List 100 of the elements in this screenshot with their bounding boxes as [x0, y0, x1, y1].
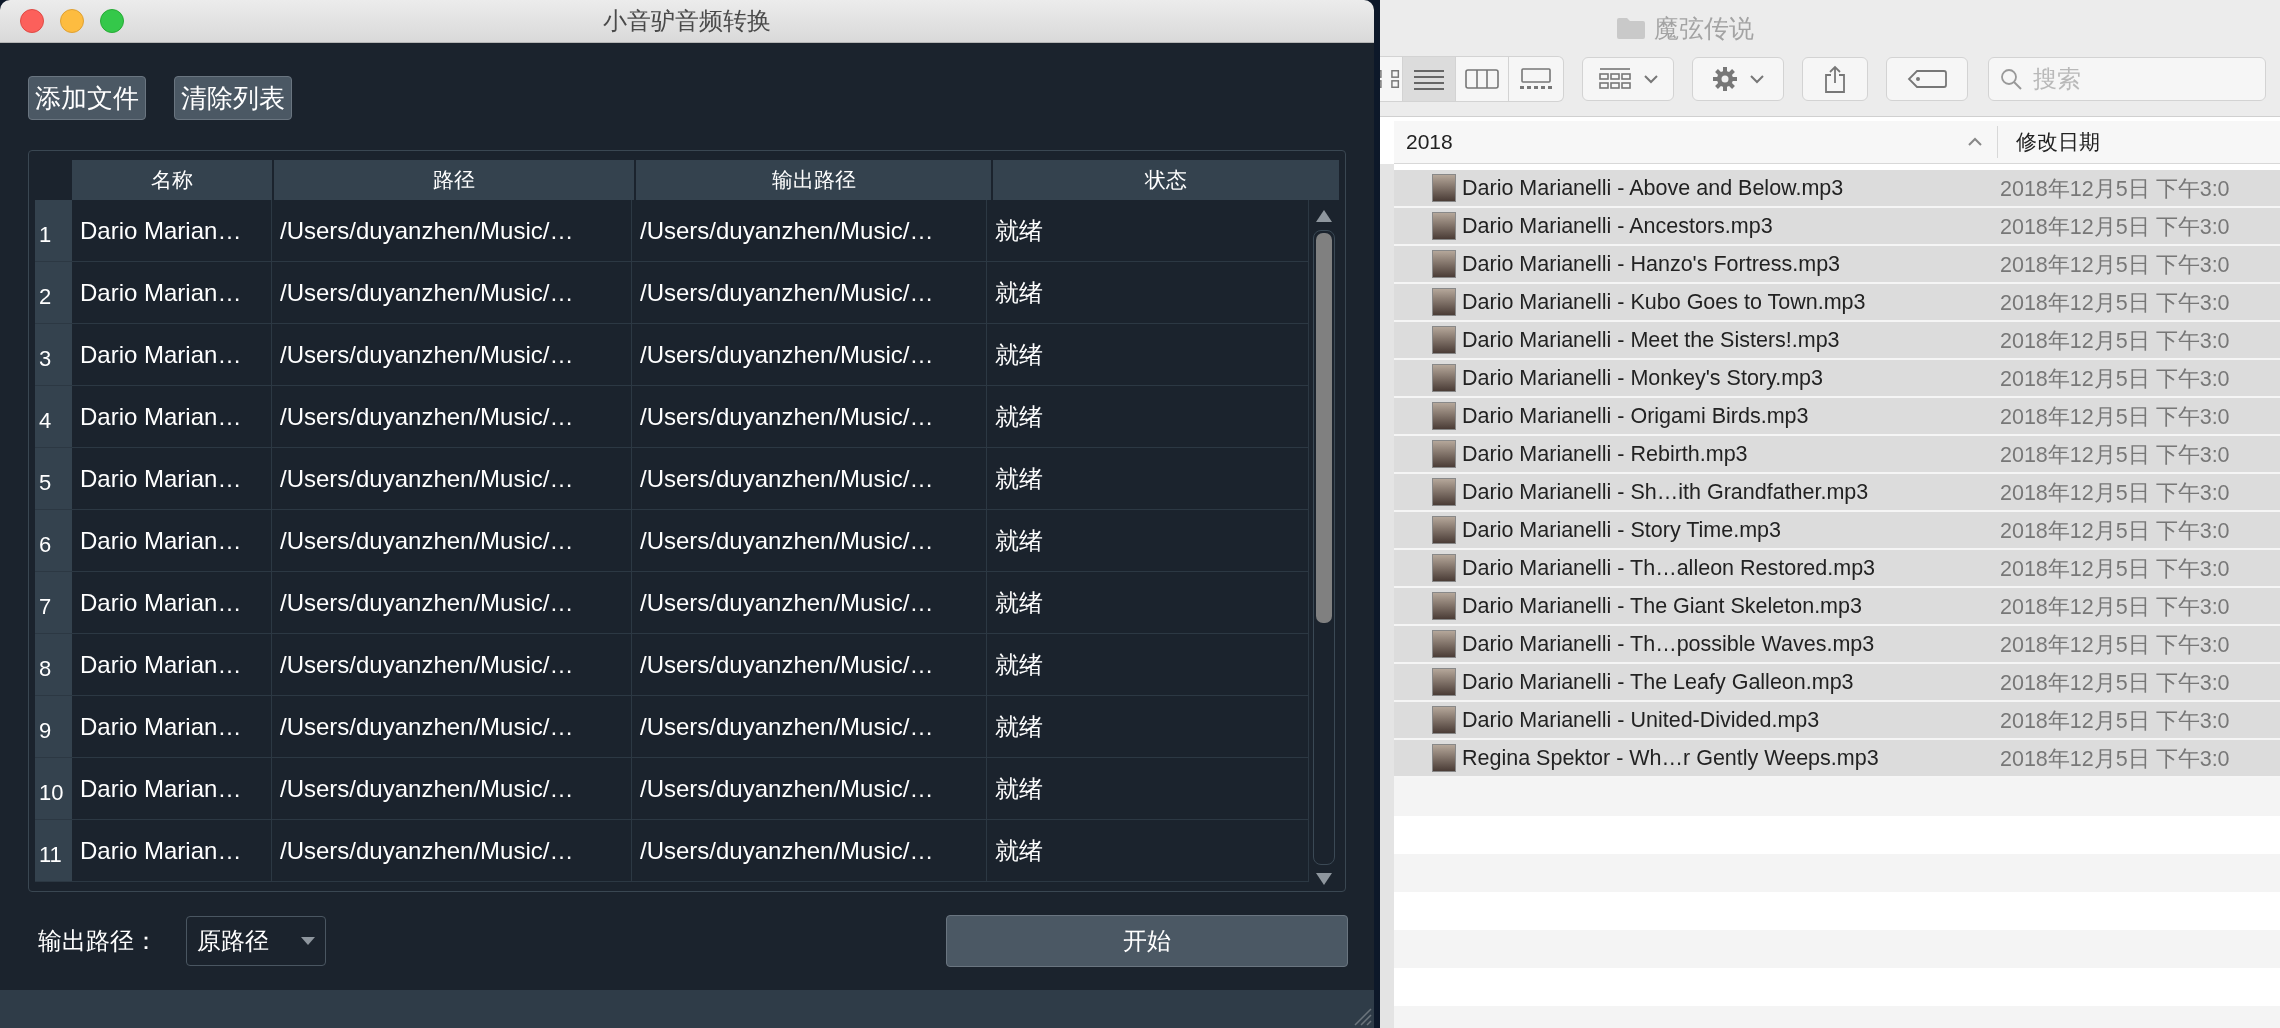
- file-name: Dario Marianelli - Origami Birds.mp3: [1462, 403, 1810, 429]
- start-button[interactable]: 开始: [946, 915, 1348, 967]
- file-row[interactable]: Dario Marianelli - Above and Below.mp3 2018年12月5日 下午3:0: [1394, 170, 2280, 208]
- window-title: 魔弦传说: [1654, 12, 1754, 44]
- share-button[interactable]: [1802, 57, 1868, 101]
- file-row[interactable]: Dario Marianelli - Kubo Goes to Town.mp3 2018年12月5日 下午3:0: [1394, 284, 2280, 322]
- tag-button[interactable]: [1886, 57, 1968, 101]
- modified-date: 2018年12月5日 下午3:0: [2000, 213, 2230, 241]
- file-row[interactable]: Dario Marianelli - Sh…ith Grandfather.mp3 2018年12月5日 下午3:0: [1394, 474, 2280, 512]
- row-number: 5: [35, 448, 72, 509]
- scrollbar[interactable]: [1313, 230, 1335, 865]
- file-name: Regina Spektor - Wh…r Gently Weeps.mp3: [1462, 745, 1880, 771]
- table-cell: /Users/duyanzhen/Music/…: [272, 200, 632, 261]
- scroll-up-icon[interactable]: [1316, 210, 1332, 222]
- modified-date: 2018年12月5日 下午3:0: [2000, 479, 2230, 507]
- table-cell: /Users/duyanzhen/Music/…: [272, 262, 632, 323]
- output-path-dropdown[interactable]: 原路径: [186, 916, 326, 966]
- modified-date: 2018年12月5日 下午3:0: [2000, 289, 2230, 317]
- table-cell: Dario Marian…: [72, 262, 272, 323]
- modified-date: 2018年12月5日 下午3:0: [2000, 365, 2230, 393]
- table-cell: Dario Marian…: [72, 572, 272, 633]
- file-name: Dario Marianelli - Sh…ith Grandfather.mp3: [1462, 479, 1870, 505]
- file-name: Dario Marianelli - Kubo Goes to Town.mp3: [1462, 289, 1867, 315]
- file-row[interactable]: Dario Marianelli - Th…alleon Restored.mp3 2018年12月5日 下午3:0: [1394, 550, 2280, 588]
- table-cell: 就绪: [987, 758, 1309, 819]
- file-row[interactable]: Dario Marianelli - Rebirth.mp3 2018年12月5日 下午3:0: [1394, 436, 2280, 474]
- table-cell: /Users/duyanzhen/Music/…: [272, 634, 632, 695]
- table-cell: Dario Marian…: [72, 386, 272, 447]
- row-number: 6: [35, 510, 72, 571]
- column-header[interactable]: 2018: [1406, 130, 1453, 154]
- album-art-placeholder: [1432, 592, 1456, 620]
- row-number: 9: [35, 696, 72, 757]
- album-art-placeholder: [1432, 288, 1456, 316]
- column-header[interactable]: 状态: [993, 160, 1339, 200]
- file-row[interactable]: Dario Marianelli - Origami Birds.mp3 2018年12月5日 下午3:0: [1394, 398, 2280, 436]
- file-name: Dario Marianelli - The Giant Skeleton.mp3: [1462, 593, 1863, 619]
- toolbar-button[interactable]: 添加文件: [28, 76, 146, 120]
- table-cell: /Users/duyanzhen/Music/…: [272, 572, 632, 633]
- album-art-placeholder: [1432, 706, 1456, 734]
- file-row[interactable]: Dario Marianelli - United-Divided.mp3 2018年12月5日 下午3:0: [1394, 702, 2280, 740]
- zoom-icon[interactable]: [100, 9, 124, 33]
- file-row[interactable]: Dario Marianelli - Th…possible Waves.mp3 2018年12月5日 下午3:0: [1394, 626, 2280, 664]
- group-button[interactable]: [1582, 57, 1674, 101]
- row-number: 4: [35, 386, 72, 447]
- view-mode-button[interactable]: [1403, 57, 1456, 101]
- table-cell: /Users/duyanzhen/Music/…: [632, 262, 987, 323]
- scroll-down-icon[interactable]: [1316, 873, 1332, 885]
- row-number: 8: [35, 634, 72, 695]
- table-cell: Dario Marian…: [72, 696, 272, 757]
- gallery-icon: [1519, 68, 1553, 90]
- file-row[interactable]: Dario Marianelli - Hanzo's Fortress.mp3 2018年12月5日 下午3:0: [1394, 246, 2280, 284]
- modified-date: 2018年12月5日 下午3:0: [2000, 327, 2230, 355]
- file-name: Dario Marianelli - United-Divided.mp3: [1462, 707, 1821, 733]
- album-art-placeholder: [1432, 516, 1456, 544]
- table-cell: 就绪: [987, 262, 1309, 323]
- file-name: Dario Marianelli - Ancestors.mp3: [1462, 213, 1774, 239]
- table-cell: Dario Marian…: [72, 510, 272, 571]
- table-cell: /Users/duyanzhen/Music/…: [632, 386, 987, 447]
- modified-date: 2018年12月5日 下午3:0: [2000, 593, 2230, 621]
- column-header[interactable]: 名称: [72, 160, 272, 200]
- sort-ascending-icon[interactable]: [1967, 137, 1983, 147]
- file-row[interactable]: Dario Marianelli - Ancestors.mp3 2018年12月5日 下午3:0: [1394, 208, 2280, 246]
- modified-date: 2018年12月5日 下午3:0: [2000, 669, 2230, 697]
- file-row[interactable]: Dario Marianelli - The Giant Skeleton.mp3 2018年12月5日 下午3:0: [1394, 588, 2280, 626]
- table-cell: 就绪: [987, 820, 1309, 881]
- search-icon: [2000, 68, 2022, 90]
- file-row[interactable]: Dario Marianelli - The Leafy Galleon.mp3 2018年12月5日 下午3:0: [1394, 664, 2280, 702]
- table-cell: Dario Marian…: [72, 324, 272, 385]
- close-icon[interactable]: [20, 9, 44, 33]
- folder-icon: [1616, 16, 1646, 40]
- column-header[interactable]: 路径: [274, 160, 634, 200]
- file-name: Dario Marianelli - Above and Below.mp3: [1462, 175, 1845, 201]
- file-row[interactable]: Regina Spektor - Wh…r Gently Weeps.mp3 2018年12月5日 下午3:0: [1394, 740, 2280, 778]
- gear-icon: [1712, 66, 1738, 92]
- share-icon: [1824, 65, 1846, 93]
- file-row[interactable]: Dario Marianelli - Meet the Sisters!.mp3 2018年12月5日 下午3:0: [1394, 322, 2280, 360]
- row-number: 1: [35, 200, 72, 261]
- columns-icon: [1465, 68, 1499, 90]
- toolbar-button[interactable]: 清除列表: [174, 76, 292, 120]
- table-cell: /Users/duyanzhen/Music/…: [272, 758, 632, 819]
- table-cell: 就绪: [987, 634, 1309, 695]
- grouping-icon: [1598, 67, 1632, 91]
- table-cell: /Users/duyanzhen/Music/…: [632, 820, 987, 881]
- table-cell: /Users/duyanzhen/Music/…: [632, 448, 987, 509]
- file-name: Dario Marianelli - Th…possible Waves.mp3: [1462, 631, 1876, 657]
- modified-date: 2018年12月5日 下午3:0: [2000, 403, 2230, 431]
- column-header[interactable]: 修改日期: [1998, 128, 2100, 156]
- table-cell: /Users/duyanzhen/Music/…: [272, 386, 632, 447]
- file-row[interactable]: Dario Marianelli - Story Time.mp3 2018年12月5日 下午3:0: [1394, 512, 2280, 550]
- action-button[interactable]: [1692, 57, 1784, 101]
- caret-icon: [301, 937, 315, 945]
- table-cell: /Users/duyanzhen/Music/…: [272, 324, 632, 385]
- modified-date: 2018年12月5日 下午3:0: [2000, 175, 2230, 203]
- search-field[interactable]: 搜索: [1988, 57, 2266, 101]
- file-row[interactable]: Dario Marianelli - Monkey's Story.mp3 2018年12月5日 下午3:0: [1394, 360, 2280, 398]
- table-cell: /Users/duyanzhen/Music/…: [632, 324, 987, 385]
- table-cell: /Users/duyanzhen/Music/…: [632, 510, 987, 571]
- table-cell: Dario Marian…: [72, 758, 272, 819]
- column-header[interactable]: 输出路径: [636, 160, 991, 200]
- table-cell: /Users/duyanzhen/Music/…: [632, 200, 987, 261]
